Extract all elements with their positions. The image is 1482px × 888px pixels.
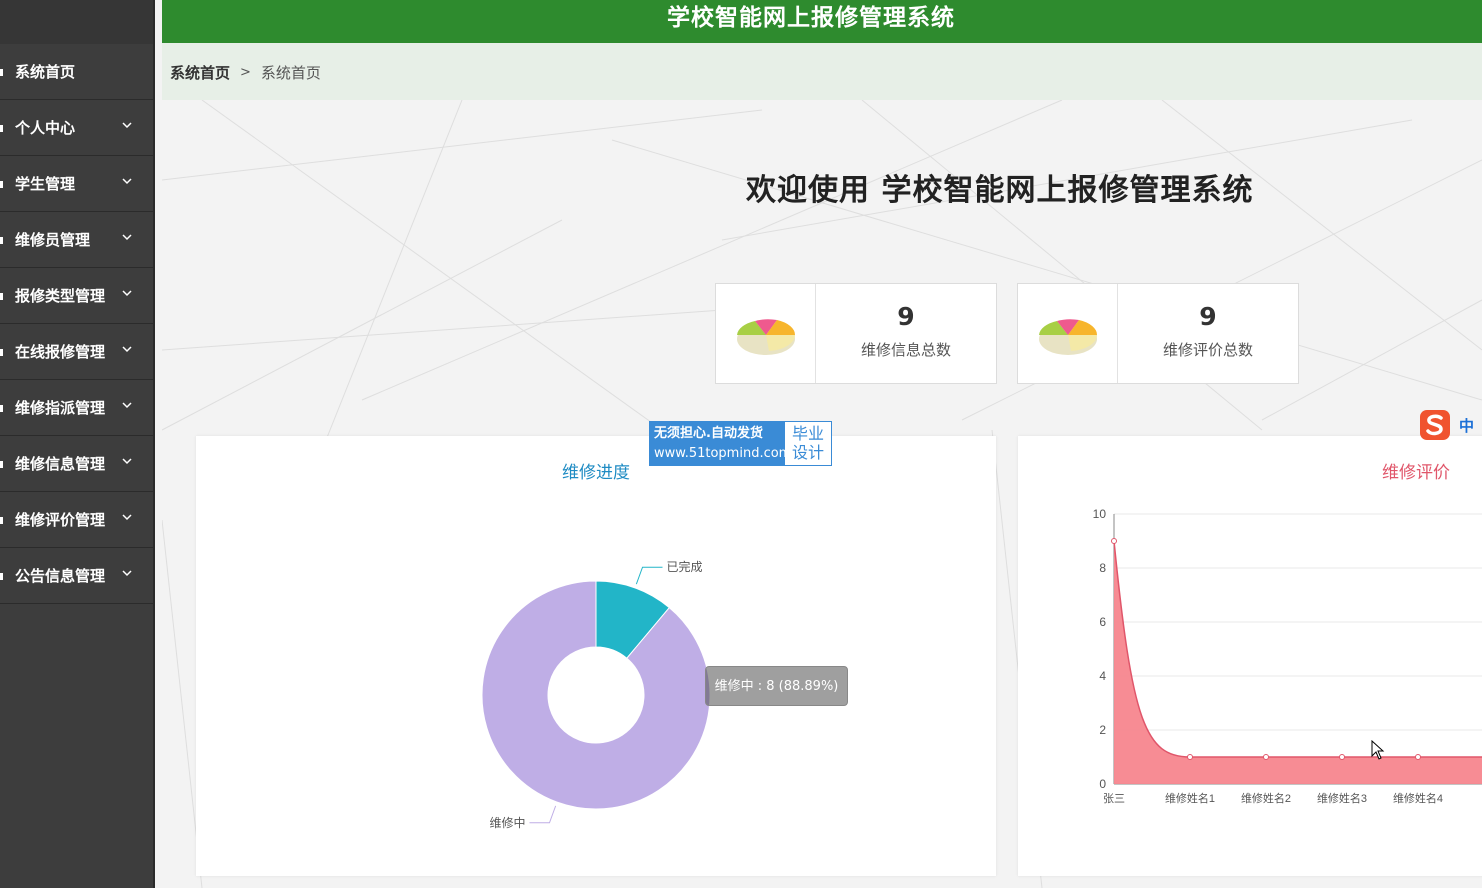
y-tick-label: 6	[1099, 615, 1106, 629]
pie-chart: 已完成维修中	[481, 559, 711, 830]
sidebar-item[interactable]: 报修类型管理	[0, 268, 153, 324]
sidebar-item[interactable]: 维修员管理	[0, 212, 153, 268]
nav-bullet-icon	[0, 237, 3, 244]
sidebar-item-label: 维修员管理	[15, 231, 91, 249]
nav-bullet-icon	[0, 517, 3, 524]
nav-bullet-icon	[0, 461, 3, 468]
sidebar-item-label: 公告信息管理	[15, 567, 106, 585]
stat-card-repair-total: 9 维修信息总数	[715, 283, 997, 384]
pie-tooltip: 维修中 : 8 (88.89%)	[705, 666, 848, 706]
breadcrumb: 系统首页 > 系统首页	[170, 62, 321, 83]
data-point[interactable]	[1111, 538, 1117, 544]
x-tick-label: 维修姓名3	[1317, 791, 1367, 805]
x-tick-label: 维修姓名4	[1393, 791, 1443, 805]
pie-chart-icon	[716, 284, 816, 383]
nav-bullet-icon	[0, 573, 3, 580]
breadcrumb-separator: >	[240, 65, 251, 80]
chevron-down-icon	[122, 402, 132, 409]
sidebar-item-label: 个人中心	[15, 119, 76, 137]
stat-value: 9	[897, 302, 915, 331]
sidebar-top	[0, 0, 153, 44]
ime-mode-label: 中	[1459, 416, 1475, 435]
sidebar-item-label: 学生管理	[15, 175, 76, 193]
nav-bullet-icon	[0, 349, 3, 356]
sidebar-item[interactable]: 公告信息管理	[0, 548, 153, 604]
nav-bullet-icon	[0, 405, 3, 412]
header-bar: 学校智能网上报修管理系统	[162, 0, 1482, 43]
sidebar-item-label: 系统首页	[15, 63, 76, 81]
mouse-cursor-icon	[1371, 740, 1385, 760]
y-tick-label: 8	[1099, 561, 1106, 575]
sogou-input-icon	[1420, 410, 1450, 440]
chevron-down-icon	[122, 122, 132, 129]
x-tick-label: 维修姓名1	[1165, 791, 1215, 805]
x-tick-label: 张三	[1103, 792, 1125, 805]
y-tick-label: 4	[1099, 669, 1106, 683]
sidebar-item-label: 在线报修管理	[15, 343, 106, 361]
nav-bullet-icon	[0, 293, 3, 300]
sidebar-item-label: 维修评价管理	[15, 511, 106, 529]
area-chart: 0246810张三维修姓名1维修姓名2维修姓名3维修姓名4维修	[1093, 507, 1482, 805]
repair-progress-card: 维修进度 已完成 维修中	[196, 436, 996, 876]
stat-label: 维修信息总数	[860, 341, 951, 359]
ad-banner[interactable]: 无须担心.自动发货 www.51topmind.com 毕业 设计	[649, 421, 832, 466]
sidebar-item-label: 维修指派管理	[15, 399, 106, 417]
chevron-down-icon	[122, 290, 132, 297]
sidebar-item[interactable]: 系统首页	[0, 44, 153, 100]
sidebar-item[interactable]: 维修指派管理	[0, 380, 153, 436]
pie-chart-icon	[1018, 284, 1118, 383]
sidebar-item[interactable]: 维修评价管理	[0, 492, 153, 548]
y-tick-label: 0	[1099, 777, 1106, 791]
sidebar-item-label: 报修类型管理	[15, 287, 106, 305]
pie-label-line	[635, 566, 663, 585]
sidebar: 系统首页个人中心学生管理维修员管理报修类型管理 在线报修管理 维修指派管理 维修信息管…	[0, 0, 155, 888]
data-point[interactable]	[1415, 754, 1421, 760]
sidebar-nav: 系统首页个人中心学生管理维修员管理报修类型管理 在线报修管理 维修指派管理 维修信息管…	[0, 44, 153, 604]
breadcrumb-bar: 系统首页 > 系统首页	[162, 43, 1482, 100]
chevron-down-icon	[122, 346, 132, 353]
sidebar-item[interactable]: 个人中心	[0, 100, 153, 156]
pie-label-line	[529, 805, 557, 824]
ad-badge1: 毕业	[791, 424, 824, 443]
chevron-down-icon	[122, 458, 132, 465]
welcome-heading: 欢迎使用 学校智能网上报修管理系统	[746, 173, 1254, 208]
breadcrumb-current: 系统首页	[260, 64, 321, 82]
nav-bullet-icon	[0, 181, 3, 188]
chevron-down-icon	[122, 514, 132, 521]
area-fill	[1114, 541, 1482, 784]
sidebar-item[interactable]: 在线报修管理	[0, 324, 153, 380]
app-title: 学校智能网上报修管理系统	[667, 5, 955, 31]
chevron-down-icon	[122, 178, 132, 185]
data-point[interactable]	[1187, 754, 1193, 760]
nav-bullet-icon	[0, 69, 3, 76]
stat-label: 维修评价总数	[1162, 341, 1253, 359]
area-line	[1113, 540, 1482, 758]
ime-indicator[interactable]: 中	[1419, 408, 1482, 442]
data-point[interactable]	[1339, 754, 1345, 760]
sidebar-item[interactable]: 维修信息管理	[0, 436, 153, 492]
breadcrumb-home[interactable]: 系统首页	[170, 62, 230, 83]
pie-slice-label: 维修中	[489, 815, 525, 830]
data-point[interactable]	[1263, 754, 1269, 760]
x-tick-label: 维修姓名2	[1241, 791, 1291, 805]
pie-slice-label: 已完成	[667, 559, 703, 574]
pie-slice[interactable]	[481, 580, 711, 810]
ad-badge2: 设计	[791, 443, 824, 462]
chevron-down-icon	[122, 570, 132, 577]
chevron-down-icon	[122, 234, 132, 241]
nav-bullet-icon	[0, 125, 3, 132]
stat-value: 9	[1199, 302, 1217, 331]
sidebar-item-label: 维修信息管理	[15, 455, 106, 473]
stat-card-evaluation-total: 9 维修评价总数	[1017, 283, 1299, 384]
y-tick-label: 10	[1093, 507, 1107, 521]
ad-line1: 无须担心.自动发货	[654, 426, 763, 441]
sidebar-item[interactable]: 学生管理	[0, 156, 153, 212]
repair-evaluation-card: 维修评价 0246810张三维修姓名1维修姓名2维修姓名3维修姓名4维修	[1018, 436, 1482, 876]
ad-url: www.51topmind.com	[654, 446, 792, 461]
y-tick-label: 2	[1099, 723, 1106, 737]
